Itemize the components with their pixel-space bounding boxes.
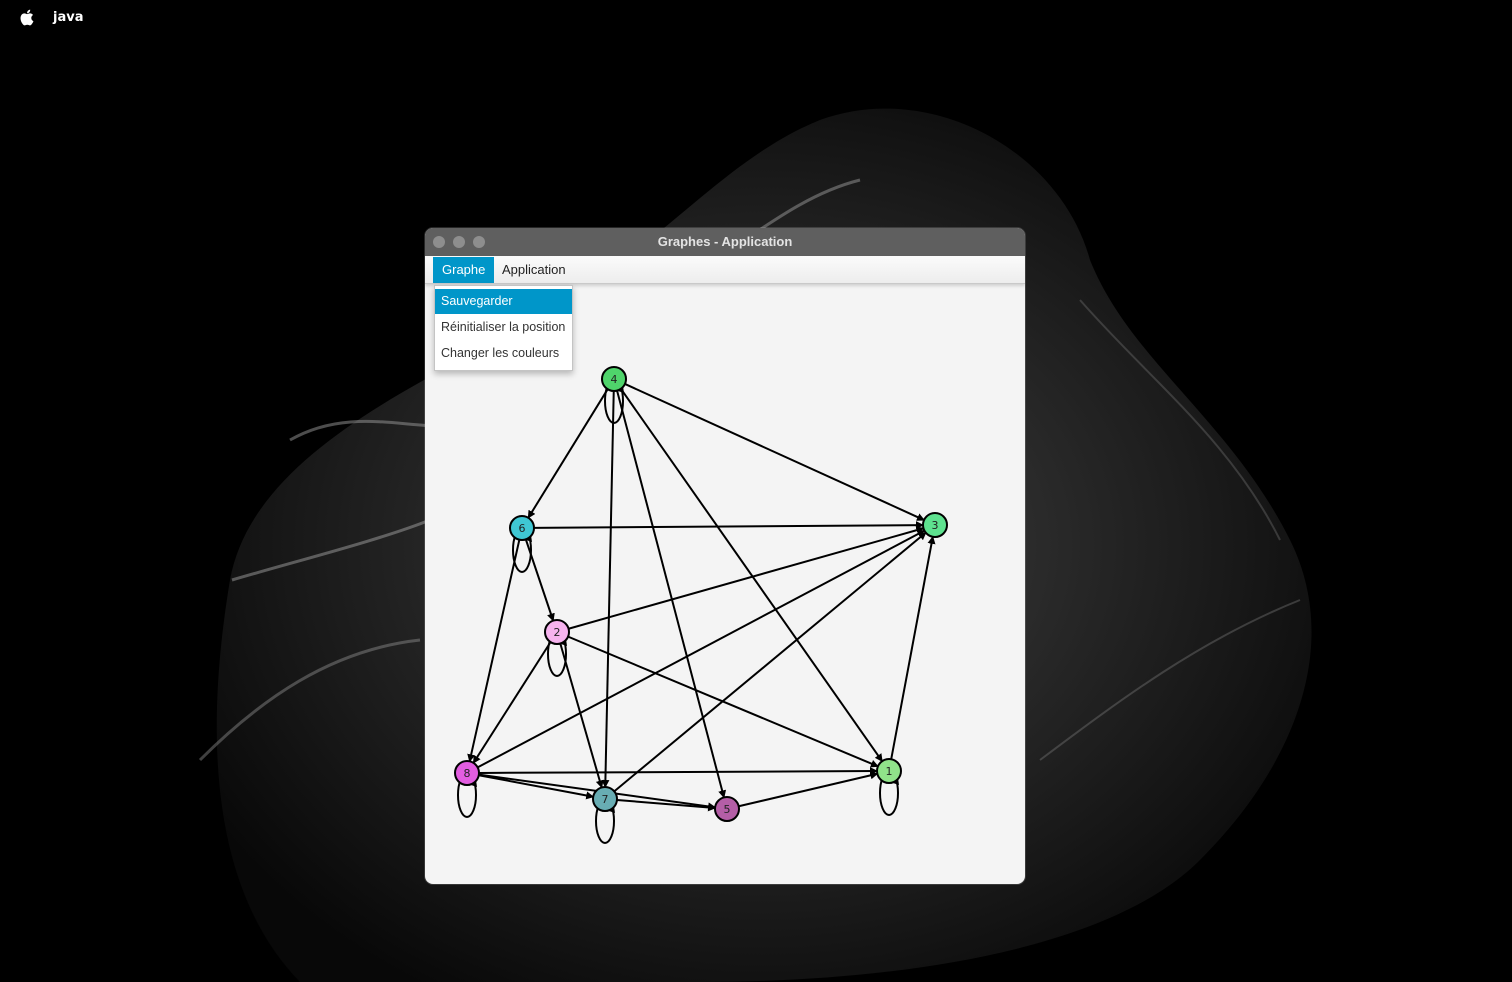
menu-item-reinitialiser-position[interactable]: Réinitialiser la position — [435, 315, 572, 340]
active-app-name[interactable]: java — [53, 10, 83, 25]
edge-4-6 — [527, 388, 609, 519]
app-window: Graphes - Application 12345678 Graphe Ap… — [425, 228, 1025, 884]
apple-logo-icon[interactable] — [19, 9, 34, 26]
edge-5-1 — [738, 771, 879, 808]
edge-6-8 — [467, 539, 521, 763]
graph-node-label-7: 7 — [602, 793, 609, 806]
graph-node-label-5: 5 — [724, 803, 731, 816]
menu-graphe[interactable]: Graphe — [433, 257, 495, 283]
graph-node-label-4: 4 — [611, 373, 618, 386]
edge-4-1 — [620, 388, 883, 762]
edge-8-7 — [478, 774, 595, 800]
edge-1-3 — [890, 535, 936, 760]
edge-6-3 — [533, 521, 925, 530]
graph-node-label-1: 1 — [886, 765, 893, 778]
menu-application[interactable]: Application — [493, 257, 575, 283]
graph-node-label-3: 3 — [932, 519, 939, 532]
edge-4-7 — [601, 390, 615, 789]
edge-6-2 — [524, 539, 555, 622]
menu-item-sauvegarder[interactable]: Sauvegarder — [435, 289, 572, 314]
graph-edges — [467, 383, 936, 812]
graph-nodes: 1 2 3 4 5 6 7 8 — [454, 366, 948, 822]
edge-4-5 — [616, 390, 727, 799]
edge-2-8 — [472, 641, 552, 764]
edge-8-3 — [477, 529, 926, 769]
edge-8-1 — [478, 767, 879, 776]
graph-node-label-2: 2 — [554, 626, 561, 639]
app-menu-bar: Graphe Application — [425, 256, 1025, 284]
edge-4-3 — [624, 383, 925, 521]
macos-menubar: java — [0, 0, 1512, 36]
menu-item-changer-couleurs[interactable]: Changer les couleurs — [435, 341, 572, 366]
graphe-dropdown-menu: Sauvegarder Réinitialiser la position Ch… — [434, 285, 573, 371]
graph-node-label-8: 8 — [464, 767, 471, 780]
edge-2-7 — [559, 643, 604, 789]
graph-node-label-6: 6 — [519, 522, 526, 535]
